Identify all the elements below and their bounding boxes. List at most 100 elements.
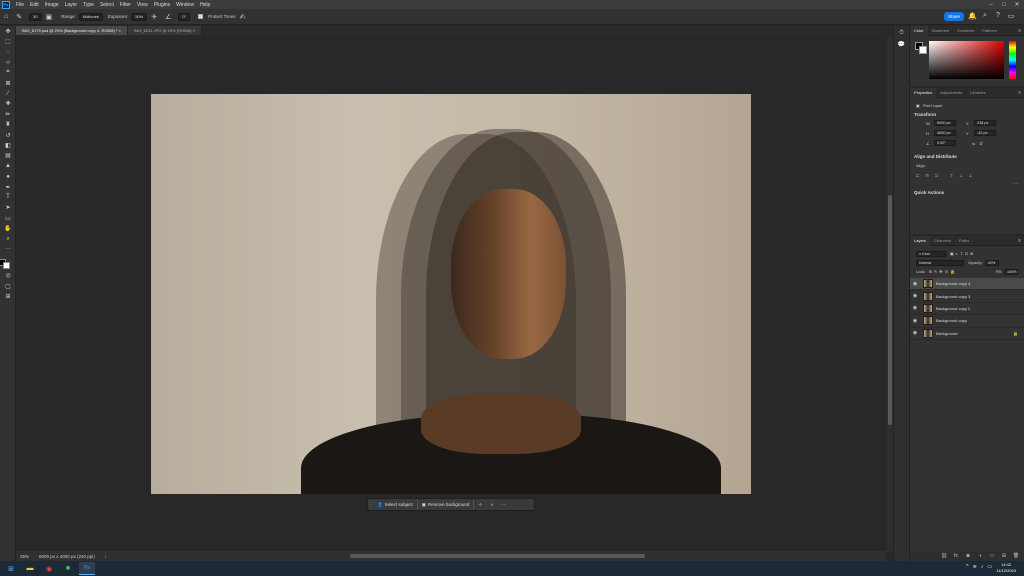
move-tool-icon[interactable]: ✥: [0, 26, 16, 36]
hue-slider[interactable]: [1009, 41, 1016, 79]
lock-icons[interactable]: ⊞✎✥⊡🔒: [929, 269, 957, 274]
remove-background-button[interactable]: ▣ Remove background: [418, 499, 474, 510]
zoom-tool-icon[interactable]: ⌕: [0, 234, 16, 244]
dodge-tool-icon[interactable]: ✎: [16, 13, 22, 21]
frame-tool-icon[interactable]: ⊠: [0, 78, 16, 88]
zoom-level[interactable]: 25%: [20, 554, 29, 559]
panel-menu-icon[interactable]: ≡: [1018, 238, 1021, 244]
file-explorer-icon[interactable]: ▬: [22, 562, 38, 575]
visibility-eye-icon[interactable]: ◉: [910, 281, 920, 287]
menu-plugins[interactable]: Plugins: [151, 2, 173, 8]
minimize-button[interactable]: –: [985, 0, 997, 9]
range-select[interactable]: Midtones: [78, 12, 103, 21]
tab-gradients[interactable]: Gradients: [953, 26, 978, 36]
flip-horizontal-icon[interactable]: ⇋: [972, 141, 975, 146]
adjustment-button[interactable]: ◑: [486, 499, 497, 510]
menu-type[interactable]: Type: [80, 2, 97, 8]
height-input[interactable]: 4000 px: [934, 130, 956, 136]
menu-layer[interactable]: Layer: [62, 2, 81, 8]
chrome-icon[interactable]: ◉: [41, 562, 57, 575]
path-selection-tool-icon[interactable]: ➤: [0, 203, 16, 213]
width-input[interactable]: 6000 px: [934, 120, 956, 126]
photoshop-taskbar-icon[interactable]: Ps: [79, 562, 95, 575]
align-middle-v-icon[interactable]: ⊥: [959, 173, 962, 178]
pressure-icon[interactable]: ✍: [240, 13, 246, 21]
menu-window[interactable]: Window: [173, 2, 197, 8]
tab-properties[interactable]: Properties: [910, 87, 937, 98]
layer-filter-kind[interactable]: ⌕ Kind: [916, 250, 946, 257]
link-layers-icon[interactable]: ⛓: [940, 552, 948, 560]
history-icon[interactable]: ⏱: [894, 30, 909, 37]
clock[interactable]: 14:42 11/12/2024: [996, 562, 1016, 574]
notifications-icon[interactable]: 🔔: [968, 12, 977, 20]
object-selection-tool-icon[interactable]: ⊹: [0, 57, 16, 67]
align-left-icon[interactable]: ⊏: [916, 173, 919, 178]
horizontal-scrollbar[interactable]: [350, 554, 645, 558]
blur-tool-icon[interactable]: ▲: [0, 161, 16, 171]
angle-input[interactable]: 0°: [178, 12, 191, 21]
eraser-tool-icon[interactable]: ◧: [0, 140, 16, 150]
brush-settings-icon[interactable]: ▣: [46, 13, 53, 21]
help-icon[interactable]: ?: [994, 12, 1002, 20]
wifi-icon[interactable]: ≋: [973, 564, 977, 570]
type-tool-icon[interactable]: T: [0, 192, 16, 202]
share-button[interactable]: Share: [944, 12, 964, 21]
background-color-swatch[interactable]: [919, 46, 927, 54]
airbrush-icon[interactable]: ✈: [151, 13, 157, 21]
tab-layers[interactable]: Layers: [910, 235, 931, 246]
layer-name[interactable]: Background copy: [936, 318, 967, 323]
menu-image[interactable]: Image: [42, 2, 62, 8]
x-input[interactable]: 238 px: [974, 120, 996, 126]
tab-img-6231[interactable]: IMG_6231.JPG @ 25% (RGB/8) ×: [127, 26, 202, 35]
lasso-tool-icon[interactable]: ◌: [0, 47, 16, 57]
tab-paths[interactable]: Paths: [955, 236, 973, 246]
comments-icon[interactable]: 💬: [894, 41, 909, 48]
color-field[interactable]: [929, 41, 1004, 79]
menu-view[interactable]: View: [134, 2, 151, 8]
new-group-icon[interactable]: ▭: [988, 552, 996, 560]
rectangle-tool-icon[interactable]: ▭: [0, 213, 16, 223]
align-right-icon[interactable]: ⊐: [934, 173, 937, 178]
quick-mask-icon[interactable]: ◎: [0, 271, 16, 281]
battery-icon[interactable]: ▭: [987, 564, 992, 570]
crop-tool-icon[interactable]: ⌗: [0, 68, 16, 78]
layer-row[interactable]: ◉ Background copy 2: [910, 303, 1024, 316]
more-options-button[interactable]: ···: [497, 499, 510, 510]
home-icon[interactable]: ⌂: [4, 13, 8, 20]
tab-img-6179[interactable]: IMG_6179.psd @ 25% (Background copy 4, R…: [16, 26, 128, 35]
delete-layer-icon[interactable]: 🗑: [1012, 552, 1020, 560]
add-mask-icon[interactable]: ◙: [964, 552, 972, 560]
clone-stamp-tool-icon[interactable]: ♜: [0, 120, 16, 130]
gradient-tool-icon[interactable]: ▤: [0, 151, 16, 161]
adjustment-layer-icon[interactable]: ◑: [976, 552, 984, 560]
layer-name[interactable]: Background: [936, 331, 957, 336]
layer-row[interactable]: ◉ Background 🔒: [910, 328, 1024, 340]
layer-row[interactable]: ◉ Background copy 4: [910, 278, 1024, 291]
panel-menu-icon[interactable]: ≡: [1018, 28, 1021, 34]
align-top-icon[interactable]: ⊤: [950, 173, 953, 178]
tab-adjustments[interactable]: Adjustments: [936, 88, 966, 98]
visibility-eye-icon[interactable]: ◉: [910, 293, 920, 299]
menu-filter[interactable]: Filter: [117, 2, 134, 8]
align-section-title[interactable]: Align and Distribute: [910, 151, 1024, 161]
eyedropper-tool-icon[interactable]: ⁄: [0, 88, 16, 98]
align-center-h-icon[interactable]: ⊓: [925, 173, 928, 178]
close-button[interactable]: ✕: [1011, 0, 1023, 9]
tab-color[interactable]: Color: [910, 25, 928, 36]
edit-toolbar-icon[interactable]: ⊞: [0, 291, 16, 301]
search-icon[interactable]: ⌕: [981, 12, 989, 20]
visibility-eye-icon[interactable]: ◉: [910, 330, 920, 336]
healing-brush-tool-icon[interactable]: ✚: [0, 99, 16, 109]
brush-size-picker[interactable]: 30: [29, 12, 42, 21]
transform-button[interactable]: ⊹: [474, 499, 486, 510]
visibility-eye-icon[interactable]: ◉: [910, 305, 920, 311]
tray-chevron-icon[interactable]: ^: [966, 564, 968, 570]
layer-name[interactable]: Background copy 2: [936, 306, 970, 311]
layer-name[interactable]: Background copy 4: [936, 281, 970, 286]
blend-mode-select[interactable]: Normal: [916, 259, 964, 266]
new-layer-icon[interactable]: ⊞: [1000, 552, 1008, 560]
opacity-input[interactable]: 42%: [984, 259, 999, 266]
maximize-button[interactable]: □: [998, 0, 1010, 9]
layer-row[interactable]: ◉ Background copy 3: [910, 290, 1024, 303]
dodge-tool-icon[interactable]: ●: [0, 171, 16, 181]
